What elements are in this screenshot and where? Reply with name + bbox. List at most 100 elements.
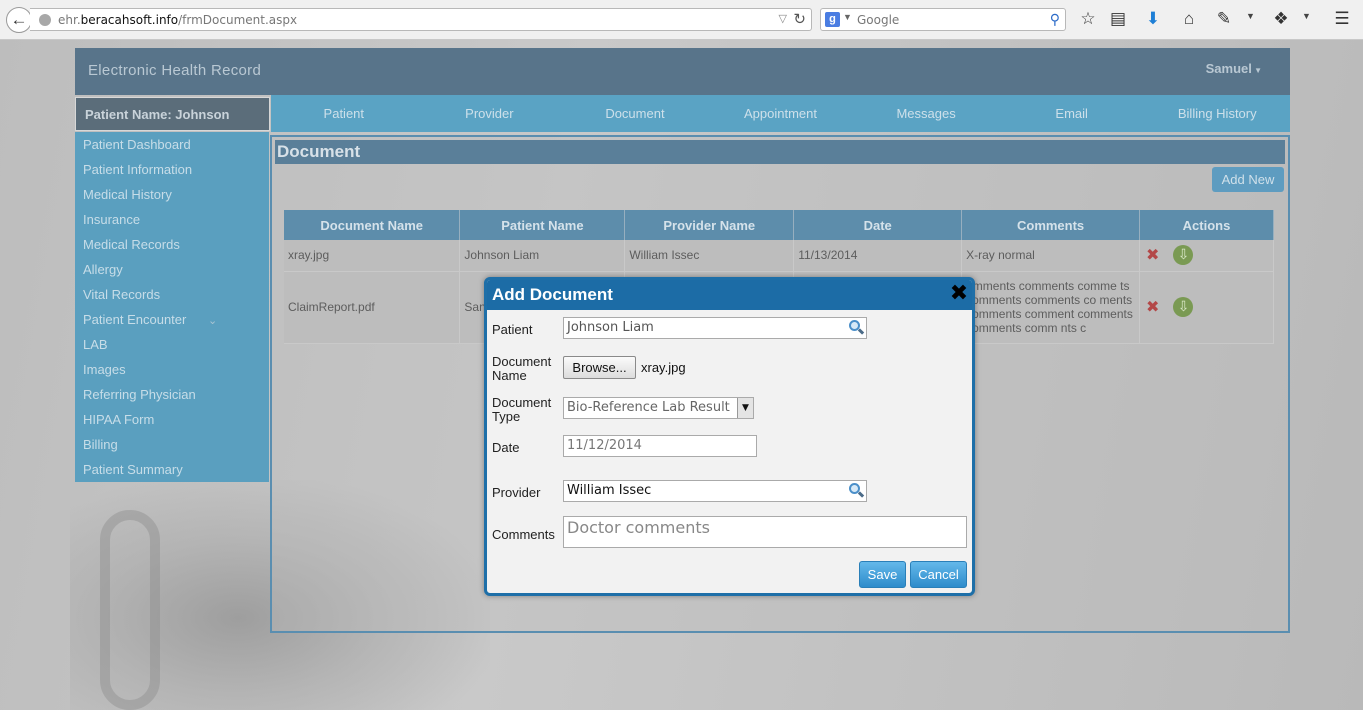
sidebar-item-patient-dashboard[interactable]: Patient Dashboard <box>75 134 269 159</box>
add-document-dialog: Add Document ✖ Patient Johnson Liam Docu… <box>484 277 975 596</box>
sidebar-item-medical-history[interactable]: Medical History <box>75 184 269 209</box>
document-type-label: Document Type <box>492 395 552 424</box>
browser-toolbar: ← ehr.beracahsoft.info/frmDocument.aspx … <box>0 0 1363 40</box>
app-title: Electronic Health Record <box>88 62 262 79</box>
tab-patient[interactable]: Patient <box>271 95 417 132</box>
bookmark-star-icon[interactable]: ☆ <box>1077 8 1099 30</box>
chevron-down-icon[interactable]: ⌄ <box>208 310 217 332</box>
dialog-header: Add Document ✖ <box>487 280 972 310</box>
add-new-button[interactable]: Add New <box>1212 167 1284 192</box>
page-title: Document <box>277 142 361 161</box>
cell-date: 11/13/2014 <box>793 240 963 272</box>
sidebar: Patient Dashboard Patient Information Me… <box>75 132 269 482</box>
column-header[interactable]: Document Name <box>284 210 461 240</box>
sidebar-item-medical-records[interactable]: Medical Records <box>75 234 269 259</box>
patient-name-label: Patient Name: Johnson <box>85 107 230 122</box>
back-button[interactable]: ← <box>6 7 32 33</box>
user-menu[interactable]: Samuel ▼ <box>1206 61 1262 76</box>
sidebar-item-billing[interactable]: Billing <box>75 434 269 459</box>
search-input[interactable]: Google <box>857 13 899 27</box>
selected-file-name: xray.jpg <box>641 360 686 375</box>
sidebar-item-referring-physician[interactable]: Referring Physician <box>75 384 269 409</box>
google-icon[interactable]: g <box>825 12 840 27</box>
close-icon[interactable]: ✖ <box>949 282 969 304</box>
patient-field[interactable]: Johnson Liam <box>563 317 867 339</box>
save-button[interactable]: Save <box>859 561 906 588</box>
sidebar-item-insurance[interactable]: Insurance <box>75 209 269 234</box>
tab-document[interactable]: Document <box>562 95 708 132</box>
cell-document-name: ClaimReport.pdf <box>284 271 461 344</box>
provider-field-value: William Issec <box>567 483 652 498</box>
download-icon[interactable]: ⬇ <box>1142 8 1164 30</box>
column-header[interactable]: Provider Name <box>624 210 795 240</box>
sidebar-item-patient-information[interactable]: Patient Information <box>75 159 269 184</box>
search-bar[interactable]: g ▼ Google ⚲ <box>820 8 1066 31</box>
tab-email[interactable]: Email <box>999 95 1145 132</box>
provider-label: Provider <box>492 485 541 500</box>
download-icon[interactable]: ⇩ <box>1173 245 1194 266</box>
patient-field-value: Johnson Liam <box>567 320 654 335</box>
browse-button[interactable]: Browse... <box>563 356 636 379</box>
patient-label: Patient <box>492 322 533 337</box>
cell-actions: ✖ ⇩ <box>1139 271 1274 344</box>
patient-name-box: Patient Name: Johnson <box>75 97 270 131</box>
search-engine-dropdown-icon[interactable]: ▼ <box>843 12 852 22</box>
column-header[interactable]: Date <box>793 210 963 240</box>
comments-textarea[interactable]: Doctor comments <box>563 516 967 548</box>
tab-billing-history[interactable]: Billing History <box>1144 95 1290 132</box>
table-row: xray.jpg Johnson Liam William Issec 11/1… <box>284 240 1274 272</box>
search-icon[interactable] <box>848 482 865 498</box>
delete-icon[interactable]: ✖ <box>1146 245 1159 265</box>
sidebar-item-allergy[interactable]: Allergy <box>75 259 269 284</box>
globe-icon <box>39 14 51 26</box>
document-type-select[interactable]: Bio-Reference Lab Result ▼ <box>563 397 754 419</box>
sidebar-item-lab[interactable]: LAB <box>75 334 269 359</box>
panel-title-bar: Document <box>275 140 1285 164</box>
sidebar-item-patient-summary[interactable]: Patient Summary <box>75 459 269 484</box>
column-header: Actions <box>1139 210 1274 240</box>
addon-icon[interactable]: ❖ <box>1270 8 1292 30</box>
url-history-dropdown-icon[interactable]: ▽ <box>779 12 787 25</box>
delete-icon[interactable]: ✖ <box>1146 297 1159 317</box>
download-icon[interactable]: ⇩ <box>1173 297 1194 317</box>
main-nav: Patient Provider Document Appointment Me… <box>271 95 1290 132</box>
cell-patient-name: Johnson Liam <box>459 240 626 272</box>
reading-list-icon[interactable]: ▤ <box>1107 8 1129 30</box>
tab-provider[interactable]: Provider <box>417 95 563 132</box>
sidebar-item-patient-encounter[interactable]: Patient Encounter ⌄ <box>75 309 269 334</box>
eyedropper-icon[interactable]: ✎ <box>1213 8 1235 30</box>
sidebar-item-hipaa-form[interactable]: HIPAA Form <box>75 409 269 434</box>
home-icon[interactable]: ⌂ <box>1178 8 1200 30</box>
column-header[interactable]: Comments <box>961 210 1141 240</box>
search-go-icon[interactable]: ⚲ <box>1050 11 1060 28</box>
dialog-title: Add Document <box>492 285 613 304</box>
reload-icon[interactable]: ↻ <box>793 10 806 28</box>
tab-appointment[interactable]: Appointment <box>708 95 854 132</box>
date-field[interactable]: 11/12/2014 <box>563 435 757 457</box>
cell-actions: ✖ ⇩ <box>1139 240 1274 272</box>
menu-icon[interactable]: ☰ <box>1331 8 1353 30</box>
column-header[interactable]: Patient Name <box>459 210 626 240</box>
cell-comments: omments comments comme ts comments comme… <box>961 271 1141 344</box>
sidebar-item-label: Patient Encounter <box>83 312 187 327</box>
dropdown-arrow-icon[interactable]: ▼ <box>737 398 753 418</box>
search-icon[interactable] <box>848 319 865 335</box>
provider-field[interactable]: William Issec <box>563 480 867 502</box>
eyedropper-dropdown-icon[interactable]: ▼ <box>1246 11 1255 21</box>
sidebar-item-vital-records[interactable]: Vital Records <box>75 284 269 309</box>
sidebar-item-images[interactable]: Images <box>75 359 269 384</box>
url-bar[interactable]: ehr.beracahsoft.info/frmDocument.aspx ▽ … <box>30 8 812 31</box>
comments-label: Comments <box>492 527 555 542</box>
cell-document-name: xray.jpg <box>284 240 461 272</box>
addon-dropdown-icon[interactable]: ▼ <box>1302 11 1311 21</box>
document-type-value: Bio-Reference Lab Result <box>567 400 730 415</box>
date-label: Date <box>492 440 520 455</box>
url-text: ehr.beracahsoft.info/frmDocument.aspx <box>58 13 298 27</box>
app-header: Electronic Health Record Samuel ▼ <box>75 48 1290 95</box>
cell-provider-name: William Issec <box>624 240 795 272</box>
stethoscope-image <box>100 510 160 710</box>
cancel-button[interactable]: Cancel <box>910 561 967 588</box>
table-header-row: Document Name Patient Name Provider Name… <box>284 210 1274 240</box>
document-name-label: Document Name <box>492 354 552 383</box>
tab-messages[interactable]: Messages <box>853 95 999 132</box>
